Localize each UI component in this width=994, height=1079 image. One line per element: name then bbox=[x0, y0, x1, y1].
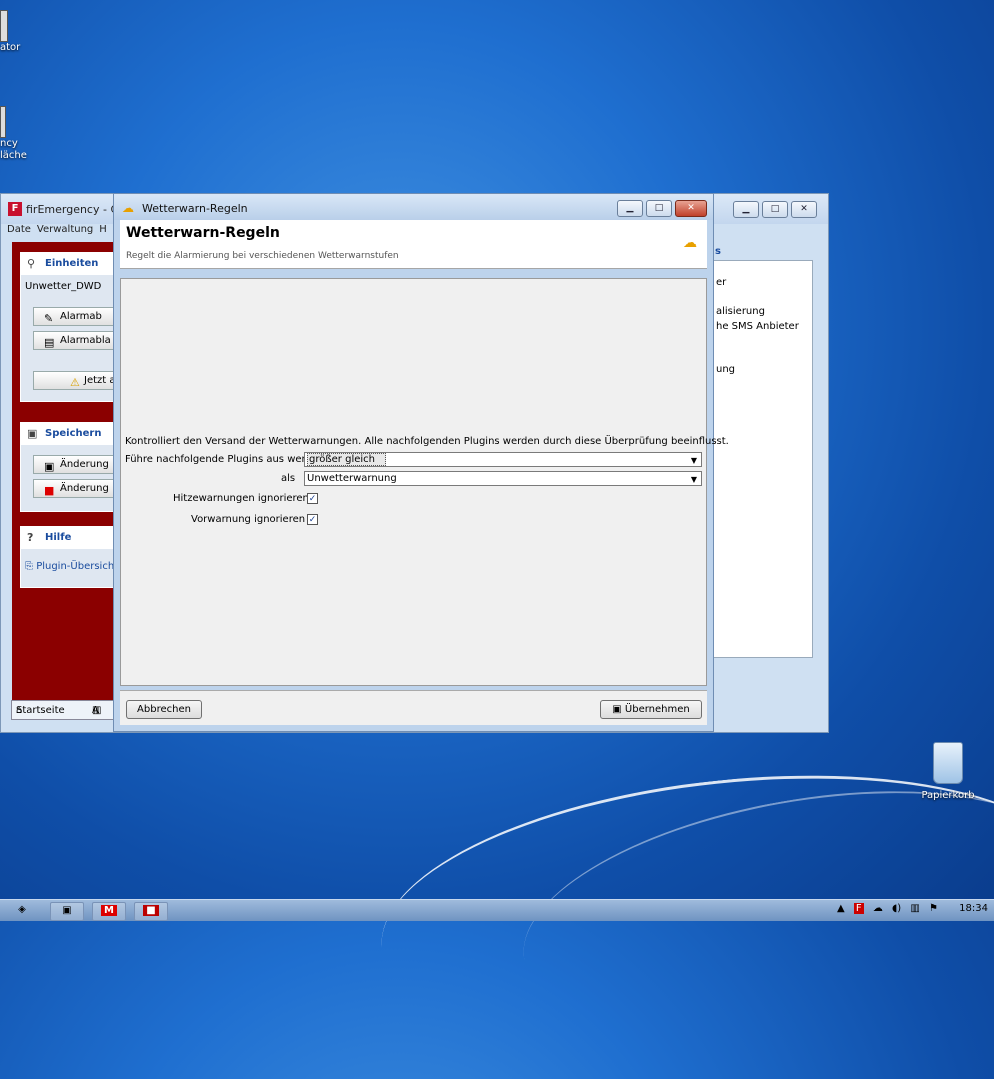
dialog-titlebar[interactable]: ☁ Wetterwarn-Regeln ▁ □ ✕ bbox=[114, 194, 713, 220]
bottom-tabs: ⌂ Startseite ▥ A bbox=[11, 700, 117, 720]
dialog-body: Kontrolliert den Versand der Wetterwarnu… bbox=[120, 278, 729, 686]
volume-icon[interactable]: ◖) bbox=[892, 903, 901, 914]
heat-ignore-checkbox[interactable]: ✓ bbox=[307, 493, 318, 504]
menu-datei[interactable]: Date bbox=[7, 224, 31, 235]
taskbar-app-explorer[interactable]: ▣ bbox=[50, 902, 84, 921]
prewarning-ignore-checkbox[interactable]: ✓ bbox=[307, 514, 318, 525]
main-menubar: Date Verwaltung H bbox=[1, 224, 121, 238]
flag-icon[interactable]: ⚑ bbox=[929, 903, 938, 914]
aenderungen-verwerfen-button[interactable]: ■ Änderung bbox=[33, 479, 123, 498]
firemergency-tray-icon[interactable]: F bbox=[853, 903, 864, 914]
warning-icon: ⚠ bbox=[70, 376, 80, 389]
unit-field[interactable]: Unwetter_DWD bbox=[25, 281, 101, 292]
close-button[interactable]: ✕ bbox=[791, 201, 817, 218]
desktop-icon-label: ncy läche bbox=[0, 138, 27, 161]
panel-header-hilfe[interactable]: ? Hilfe bbox=[21, 527, 114, 549]
maximize-button[interactable]: □ bbox=[646, 200, 672, 217]
tray-expand-icon[interactable]: ▲ bbox=[837, 903, 845, 914]
tree-icon: ⚲ bbox=[27, 257, 36, 270]
desktop-icon-label: ator bbox=[0, 42, 21, 53]
panel-einheiten: ⚲ Einheiten Unwetter_DWD ✎ Alarmab ▤ Alarma… bbox=[20, 252, 123, 402]
panel-hilfe: ? Hilfe ⎘ Plugin-Übersich bbox=[20, 526, 115, 588]
taskbar-app-firemergency[interactable]: ■ bbox=[134, 902, 168, 921]
minimize-button[interactable]: ▁ bbox=[617, 200, 643, 217]
heat-ignore-label: Hitzewarnungen ignorieren bbox=[173, 493, 309, 504]
panel-speichern: ▣ Speichern ▣ Änderung ■ Änderung bbox=[20, 422, 123, 512]
cancel-button[interactable]: Abbrechen bbox=[126, 700, 202, 719]
dialog-footer: Abbrechen ▣ Übernehmen bbox=[120, 690, 707, 725]
right-pane-list: er alisierung he SMS Anbieter ung bbox=[713, 260, 813, 658]
close-button[interactable]: ✕ bbox=[675, 200, 707, 217]
right-pane-caption: s bbox=[715, 246, 721, 257]
wetterwarn-dialog: ☁ Wetterwarn-Regeln ▁ □ ✕ Wetterwarn-Regel… bbox=[113, 193, 729, 732]
recycle-bin-icon bbox=[933, 742, 963, 784]
desktop-icon-recycle-bin[interactable]: Papierkorb bbox=[918, 742, 978, 801]
main-window-title: firEmergency - Cli bbox=[26, 203, 125, 216]
chevron-down-icon: ▼ bbox=[690, 456, 697, 465]
menu-hilfe[interactable]: H bbox=[99, 224, 107, 235]
pencil-icon: ✎ bbox=[44, 312, 54, 325]
computer-icon bbox=[0, 10, 8, 42]
dialog-window-controls: ▁ □ ✕ bbox=[614, 200, 707, 217]
level-select[interactable]: Unwetterwarnung ▼ bbox=[304, 471, 702, 486]
dialog-heading: Wetterwarn-Regeln bbox=[126, 225, 280, 241]
condition-label: Führe nachfolgende Plugins aus wenn bbox=[125, 454, 315, 465]
list-item[interactable]: ung bbox=[716, 364, 735, 375]
minimize-button[interactable]: ▁ bbox=[733, 201, 759, 218]
prewarning-ignore-label: Vorwarnung ignorieren bbox=[191, 514, 306, 525]
maximize-button[interactable]: □ bbox=[762, 201, 788, 218]
desktop-icon-label: Papierkorb bbox=[921, 790, 975, 801]
document-icon: ⎘ bbox=[25, 561, 37, 572]
weather-icon: ☁ bbox=[122, 201, 134, 215]
dialog-title: Wetterwarn-Regeln bbox=[142, 202, 248, 215]
menu-verwaltung[interactable]: Verwaltung bbox=[37, 224, 93, 235]
window-controls: ▁ □ ✕ bbox=[730, 201, 817, 218]
desktop-icon-administrator[interactable]: ator bbox=[0, 10, 24, 53]
app-m-icon: M bbox=[101, 905, 117, 916]
list-item[interactable]: alisierung bbox=[716, 306, 765, 317]
document-icon: ▤ bbox=[44, 336, 55, 349]
floppy-icon: ▣ bbox=[612, 704, 625, 715]
start-button[interactable]: ◈ bbox=[6, 902, 38, 919]
taskbar: ◈ ▣ M ■ ▲ F ☁ ◖) ▥ ⚑ 18:34 bbox=[0, 899, 994, 921]
sidebar: ⚲ Einheiten Unwetter_DWD ✎ Alarmab ▤ Alarma… bbox=[12, 242, 123, 714]
dialog-subtitle: Regelt die Alarmierung bei verschiedenen… bbox=[126, 251, 399, 261]
alarmabfolge-button[interactable]: ✎ Alarmab bbox=[33, 307, 123, 326]
jetzt-alarmieren-button[interactable]: ⚠ Jetzt a bbox=[33, 371, 123, 390]
panel-header-einheiten[interactable]: ⚲ Einheiten bbox=[21, 253, 114, 275]
desktop-icon-emergency[interactable]: ncy läche bbox=[0, 106, 30, 162]
apply-button[interactable]: ▣ Übernehmen bbox=[600, 700, 702, 719]
list-item[interactable]: er bbox=[716, 277, 726, 288]
floppy-icon: ▣ bbox=[44, 460, 55, 473]
monitor-icon: ▣ bbox=[62, 905, 72, 916]
system-tray: ▲ F ☁ ◖) ▥ ⚑ 18:34 bbox=[831, 903, 988, 914]
weather-icon: ☁ bbox=[683, 235, 697, 251]
shortcut-icon bbox=[0, 106, 6, 138]
app-f-icon: ■ bbox=[143, 905, 159, 916]
start-icon: ◈ bbox=[18, 904, 26, 915]
alarmablauf-button[interactable]: ▤ Alarmabla bbox=[33, 331, 123, 350]
condition-select[interactable]: größer gleich ▼ bbox=[304, 452, 702, 467]
clock[interactable]: 18:34 bbox=[959, 903, 988, 914]
plugin-uebersicht-link[interactable]: ⎘ Plugin-Übersich bbox=[25, 561, 114, 572]
list-item[interactable]: he SMS Anbieter bbox=[716, 321, 799, 332]
app-logo-icon: F bbox=[8, 202, 22, 216]
stop-icon: ■ bbox=[44, 484, 55, 497]
taskbar-app-m[interactable]: M bbox=[92, 902, 126, 921]
panel-header-speichern[interactable]: ▣ Speichern bbox=[21, 423, 114, 445]
help-icon: ? bbox=[27, 531, 34, 544]
level-label: als bbox=[281, 473, 296, 484]
chevron-down-icon: ▼ bbox=[690, 475, 697, 484]
description-text: Kontrolliert den Versand der Wetterwarnu… bbox=[125, 436, 729, 447]
save-icon: ▣ bbox=[27, 427, 38, 440]
network-icon[interactable]: ▥ bbox=[910, 903, 919, 914]
weather-tray-icon[interactable]: ☁ bbox=[873, 903, 883, 914]
dialog-header: Wetterwarn-Regeln Regelt die Alarmierung… bbox=[120, 220, 707, 269]
aenderungen-speichern-button[interactable]: ▣ Änderung bbox=[33, 455, 123, 474]
